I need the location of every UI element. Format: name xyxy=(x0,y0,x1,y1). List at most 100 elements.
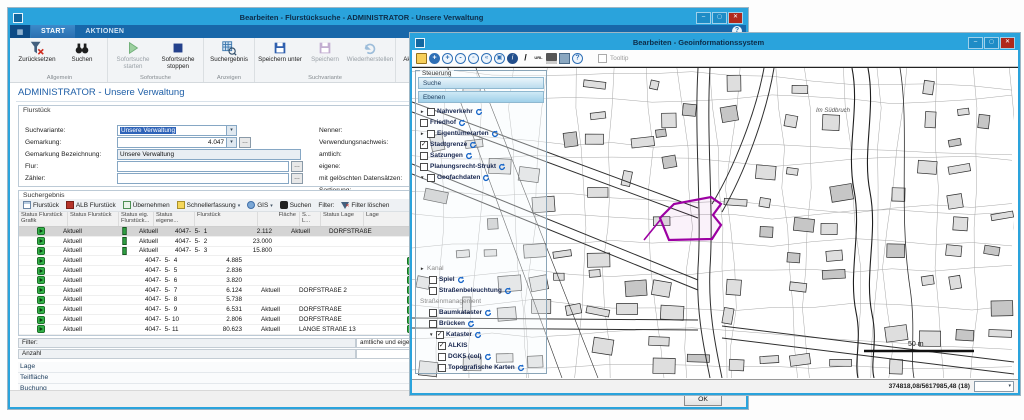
expander-icon[interactable] xyxy=(420,266,425,271)
gis-window-titlebar[interactable]: Bearbeiten - Geoinformationssystem xyxy=(412,35,1018,50)
gemarkung-bez-field[interactable]: Unsere Verwaltung xyxy=(117,149,301,160)
column-header[interactable]: Status eig. Flurstück... xyxy=(119,212,154,226)
save-as-button[interactable]: Speichern unter xyxy=(258,39,302,64)
column-header[interactable]: S... L... xyxy=(300,212,321,226)
export-image-icon[interactable] xyxy=(559,53,570,64)
flur-field[interactable] xyxy=(117,161,289,172)
layer-checkbox[interactable] xyxy=(427,108,435,116)
column-header[interactable]: Status Lage xyxy=(321,212,364,226)
save-button[interactable]: Speichern xyxy=(303,39,347,64)
maximize-icon[interactable] xyxy=(984,37,999,49)
close-icon[interactable] xyxy=(1000,37,1015,49)
refresh-layer-icon[interactable] xyxy=(458,119,466,127)
toolbar-item[interactable]: Filter löschen xyxy=(341,202,389,209)
layer-tree-item[interactable]: Planungsrecht-Strukt xyxy=(416,161,546,172)
column-header[interactable]: Fläche xyxy=(258,212,300,226)
layer-tree-item[interactable]: Kanal xyxy=(416,263,546,274)
toolbar-item[interactable]: Übernehmen xyxy=(123,201,170,209)
layer-tree-item[interactable]: Geofachdaten xyxy=(416,172,546,183)
expander-icon[interactable] xyxy=(420,131,425,136)
zoom-full-icon[interactable] xyxy=(494,53,505,64)
refresh-layer-icon[interactable] xyxy=(469,141,477,149)
reset-button[interactable]: Zurücksetzen xyxy=(15,39,59,64)
toolbar-item[interactable]: Suchen xyxy=(280,201,312,209)
search-button[interactable]: Suchen xyxy=(60,39,104,64)
layer-checkbox[interactable] xyxy=(429,309,437,317)
layer-tree-item[interactable]: Stadtgrenze xyxy=(416,139,546,150)
ribbon-tab[interactable]: AKTIONEN xyxy=(75,25,134,38)
layer-checkbox[interactable] xyxy=(427,174,435,182)
refresh-layer-icon[interactable] xyxy=(482,174,490,182)
scale-combo[interactable] xyxy=(974,381,1014,392)
close-icon[interactable] xyxy=(728,12,743,24)
search-result-button[interactable]: Suchergebnis xyxy=(207,39,251,64)
layer-checkbox[interactable] xyxy=(420,163,428,171)
zaehler-browse-button[interactable] xyxy=(291,173,303,184)
refresh-layer-icon[interactable] xyxy=(474,331,482,339)
panel-nav-item[interactable]: Suche xyxy=(418,77,544,89)
layer-tree-item[interactable]: Friedhof xyxy=(416,117,546,128)
column-header[interactable]: Status Flurstück xyxy=(68,212,119,226)
layer-checkbox[interactable] xyxy=(438,342,446,350)
expander-icon[interactable] xyxy=(420,175,425,180)
chevron-down-icon[interactable] xyxy=(227,137,237,148)
refresh-layer-icon[interactable] xyxy=(491,130,499,138)
minimize-icon[interactable] xyxy=(968,37,983,49)
zoom-previous-icon[interactable] xyxy=(481,53,492,64)
minimize-icon[interactable] xyxy=(696,12,711,24)
panel-nav-item[interactable]: Ebenen xyxy=(418,91,544,103)
refresh-layer-icon[interactable] xyxy=(465,152,473,160)
zoom-in-icon[interactable] xyxy=(442,53,453,64)
help-icon[interactable] xyxy=(572,53,583,64)
suchvariante-combo[interactable]: Unsere Verwaltung xyxy=(117,125,227,136)
refresh-layer-icon[interactable] xyxy=(467,320,475,328)
maximize-icon[interactable] xyxy=(712,12,727,24)
gemarkung-combo[interactable]: 4.047 xyxy=(117,137,227,148)
toolbar-item[interactable]: Filter: xyxy=(318,202,334,209)
layer-tree-item[interactable]: Straßenmanagement xyxy=(416,296,546,307)
layer-checkbox[interactable] xyxy=(427,130,435,138)
refresh-layer-icon[interactable] xyxy=(484,309,492,317)
refresh-layer-icon[interactable] xyxy=(484,353,492,361)
layer-checkbox[interactable] xyxy=(438,353,446,361)
layer-tree-item[interactable]: Spiel xyxy=(416,274,546,285)
refresh-layer-icon[interactable] xyxy=(457,276,465,284)
ribbon-tab[interactable]: START xyxy=(31,25,75,38)
tooltip-checkbox[interactable] xyxy=(598,54,607,63)
expander-icon[interactable] xyxy=(420,109,425,114)
refresh-layer-icon[interactable] xyxy=(475,108,483,116)
toolbar-item[interactable]: Flurstück xyxy=(23,201,59,209)
layer-checkbox[interactable] xyxy=(429,320,437,328)
toolbar-item[interactable]: GIS xyxy=(247,201,273,209)
column-header[interactable]: Status Flurstück Grafik xyxy=(19,212,68,226)
column-header[interactable]: Flurstück xyxy=(195,212,258,226)
instant-search-start-button[interactable]: Sofortsuche starten xyxy=(111,39,155,71)
chevron-down-icon[interactable] xyxy=(227,125,237,136)
layer-tree-item[interactable]: Kataster xyxy=(416,329,546,340)
gemarkung-browse-button[interactable] xyxy=(239,137,251,148)
toolbar-item[interactable]: ALB Flurstück xyxy=(66,201,116,209)
instant-search-stop-button[interactable]: Sofortsuche stoppen xyxy=(156,39,200,71)
refresh-layer-icon[interactable] xyxy=(517,364,525,372)
layer-checkbox[interactable] xyxy=(420,152,428,160)
pan-icon[interactable] xyxy=(429,53,440,64)
zaehler-field[interactable] xyxy=(117,173,289,184)
layer-tree-item[interactable]: Brücken xyxy=(416,318,546,329)
left-window-titlebar[interactable]: Bearbeiten - Flurstücksuche - ADMINISTRA… xyxy=(10,10,746,25)
flur-browse-button[interactable] xyxy=(291,161,303,172)
restore-button[interactable]: Wiederherstellen xyxy=(348,39,392,64)
layer-checkbox[interactable] xyxy=(429,287,437,295)
column-header[interactable]: Status eigene... xyxy=(154,212,195,226)
layer-checkbox[interactable] xyxy=(438,364,446,372)
toolbar-item[interactable]: Schnellerfassung xyxy=(177,201,241,209)
layer-tree-item[interactable]: Straßenbeleuchtung xyxy=(416,285,546,296)
layer-tree-item[interactable]: DGK5 (col) xyxy=(416,351,546,362)
layer-tree-item[interactable]: ALKIS xyxy=(416,340,546,351)
open-folder-icon[interactable] xyxy=(416,53,427,64)
layer-tree-item[interactable]: Topografische Karten xyxy=(416,362,546,373)
print-icon[interactable] xyxy=(546,53,557,64)
refresh-layer-icon[interactable] xyxy=(498,163,506,171)
layer-tree-item[interactable]: Eigentümerarten xyxy=(416,128,546,139)
app-menu-button[interactable] xyxy=(10,25,31,38)
layer-checkbox[interactable] xyxy=(420,119,428,127)
